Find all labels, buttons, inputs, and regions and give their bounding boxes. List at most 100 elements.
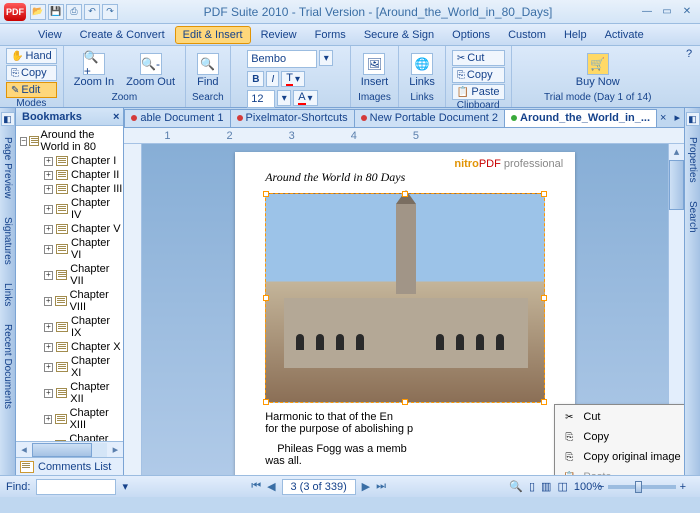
edge-tab-search[interactable]: Search xyxy=(685,194,700,240)
cut-button[interactable]: ✂ Cut xyxy=(452,50,505,66)
expand-icon[interactable]: + xyxy=(44,171,53,180)
edge-tab-page-preview[interactable]: Page Preview xyxy=(0,130,15,206)
expand-icon[interactable]: + xyxy=(44,245,53,254)
bookmark-item[interactable]: Chapter XIV xyxy=(69,433,123,441)
next-page-button[interactable]: ▶ xyxy=(362,480,370,493)
zoom-out-button[interactable]: 🔍-Zoom Out xyxy=(122,50,179,91)
ctx-copy[interactable]: ⎘Copy xyxy=(557,427,684,447)
bookmark-item[interactable]: Chapter II xyxy=(71,169,119,181)
bookmark-item[interactable]: Chapter X xyxy=(71,341,121,353)
qat-save-icon[interactable]: 💾 xyxy=(48,4,64,20)
maximize-icon[interactable]: ▭ xyxy=(658,5,676,19)
tab-close-icon[interactable]: × xyxy=(656,112,670,124)
view-mode-icon[interactable]: 🔍 xyxy=(509,480,523,493)
ribbon-help-icon[interactable]: ? xyxy=(686,48,692,60)
ctx-cut[interactable]: ✂Cut xyxy=(557,407,684,427)
expand-icon[interactable]: + xyxy=(44,225,53,234)
paste-button[interactable]: 📋 Paste xyxy=(452,84,505,100)
tab-overflow-icon[interactable]: ▸ xyxy=(670,111,684,124)
menu-view[interactable]: View xyxy=(30,26,70,44)
chevron-down-icon[interactable]: ▾ xyxy=(277,90,291,106)
menu-secure-sign[interactable]: Secure & Sign xyxy=(356,26,442,44)
bookmark-item[interactable]: Chapter IX xyxy=(71,315,123,339)
copy-button[interactable]: ⎘ Copy xyxy=(452,67,505,83)
bookmark-item[interactable]: Chapter XII xyxy=(70,381,123,405)
qat-open-icon[interactable]: 📂 xyxy=(30,4,46,20)
qat-redo-icon[interactable]: ↷ xyxy=(102,4,118,20)
expand-icon[interactable]: + xyxy=(44,157,53,166)
bookmark-item[interactable]: Chapter III xyxy=(71,183,122,195)
first-page-button[interactable]: ⏮ xyxy=(251,480,261,493)
copy-tool-button[interactable]: ⎘ Copy xyxy=(6,65,57,81)
panel-close-icon[interactable]: × xyxy=(113,111,123,123)
menu-forms[interactable]: Forms xyxy=(307,26,354,44)
insert-image-button[interactable]: 🖼Insert xyxy=(357,50,393,91)
bookmark-item[interactable]: Chapter XI xyxy=(71,355,123,379)
italic-button[interactable]: I xyxy=(266,71,279,87)
comments-list-button[interactable]: Comments List xyxy=(38,461,111,473)
menu-activate[interactable]: Activate xyxy=(597,26,652,44)
font-size-select[interactable]: 12 xyxy=(247,90,275,108)
menu-custom[interactable]: Custom xyxy=(500,26,554,44)
expand-icon[interactable]: + xyxy=(44,271,53,280)
qat-print-icon[interactable]: ⎙ xyxy=(66,4,82,20)
expand-icon[interactable]: + xyxy=(44,185,53,194)
bookmark-item[interactable]: Chapter VI xyxy=(71,237,123,261)
page-indicator[interactable]: 3 (3 of 339) xyxy=(282,479,356,495)
edit-tool-button[interactable]: ✎ Edit xyxy=(6,82,57,98)
menu-create-convert[interactable]: Create & Convert xyxy=(72,26,173,44)
find-options-icon[interactable]: ▾ xyxy=(122,480,128,493)
panel-toggle-icon[interactable]: ◧ xyxy=(1,112,15,126)
document-tab[interactable]: able Document 1 xyxy=(124,109,230,127)
links-button[interactable]: 🌐Links xyxy=(405,50,439,91)
bookmark-item[interactable]: Chapter IV xyxy=(71,197,123,221)
bookmark-item[interactable]: Chapter V xyxy=(71,223,121,235)
expand-icon[interactable]: + xyxy=(44,363,53,372)
menu-options[interactable]: Options xyxy=(444,26,498,44)
collapse-icon[interactable]: − xyxy=(20,137,27,146)
edge-tab-properties[interactable]: Properties xyxy=(685,130,700,190)
zoom-slider[interactable] xyxy=(608,485,676,489)
document-tab[interactable]: Around_the_World_in_... xyxy=(504,109,657,127)
expand-icon[interactable]: + xyxy=(44,343,53,352)
sidebar-h-scroll[interactable]: ◂▸ xyxy=(16,441,123,457)
expand-icon[interactable]: + xyxy=(44,297,52,306)
continuous-icon[interactable]: ▥ xyxy=(541,480,551,493)
expand-icon[interactable]: + xyxy=(44,415,52,424)
edge-tab-signatures[interactable]: Signatures xyxy=(0,210,15,272)
menu-review[interactable]: Review xyxy=(253,26,305,44)
expand-icon[interactable]: + xyxy=(44,389,53,398)
text-color-button[interactable]: T▾ xyxy=(281,71,305,87)
close-icon[interactable]: ✕ xyxy=(678,5,696,19)
font-color-button[interactable]: A▾ xyxy=(293,90,317,106)
find-button[interactable]: 🔍Find xyxy=(193,50,223,91)
bookmark-item[interactable]: Chapter I xyxy=(71,155,116,167)
buy-now-button[interactable]: 🛒Buy Now xyxy=(572,50,624,91)
find-input[interactable] xyxy=(36,479,116,495)
document-tab[interactable]: Pixelmator-Shortcuts xyxy=(230,109,355,127)
single-page-icon[interactable]: ▯ xyxy=(529,480,535,493)
edge-tab-recent-documents[interactable]: Recent Documents xyxy=(0,317,15,416)
facing-icon[interactable]: ◫ xyxy=(557,480,567,493)
bookmark-item[interactable]: Chapter XIII xyxy=(70,407,124,431)
last-page-button[interactable]: ⏭ xyxy=(376,480,386,493)
edge-tab-links[interactable]: Links xyxy=(0,276,15,313)
menu-edit-insert[interactable]: Edit & Insert xyxy=(175,26,251,44)
panel-toggle-icon[interactable]: ◧ xyxy=(686,112,700,126)
chevron-down-icon[interactable]: ▾ xyxy=(319,50,333,66)
qat-undo-icon[interactable]: ↶ xyxy=(84,4,100,20)
ctx-copy-original-image[interactable]: ⎘Copy original image xyxy=(557,447,684,467)
bookmark-item[interactable]: Chapter VIII xyxy=(70,289,124,313)
font-family-select[interactable]: Bembo xyxy=(247,50,317,68)
expand-icon[interactable]: + xyxy=(44,205,53,214)
selected-image[interactable] xyxy=(265,193,545,403)
expand-icon[interactable]: + xyxy=(44,323,53,332)
document-tab[interactable]: New Portable Document 2 xyxy=(354,109,505,127)
zoom-in-button[interactable]: 🔍+Zoom In xyxy=(70,50,118,91)
menu-help[interactable]: Help xyxy=(556,26,595,44)
bold-button[interactable]: B xyxy=(247,71,264,87)
hand-tool-button[interactable]: ✋ Hand xyxy=(6,48,57,64)
minimize-icon[interactable]: — xyxy=(638,5,656,19)
bookmark-root[interactable]: Around the World in 80 xyxy=(41,129,124,153)
bookmark-item[interactable]: Chapter VII xyxy=(70,263,123,287)
